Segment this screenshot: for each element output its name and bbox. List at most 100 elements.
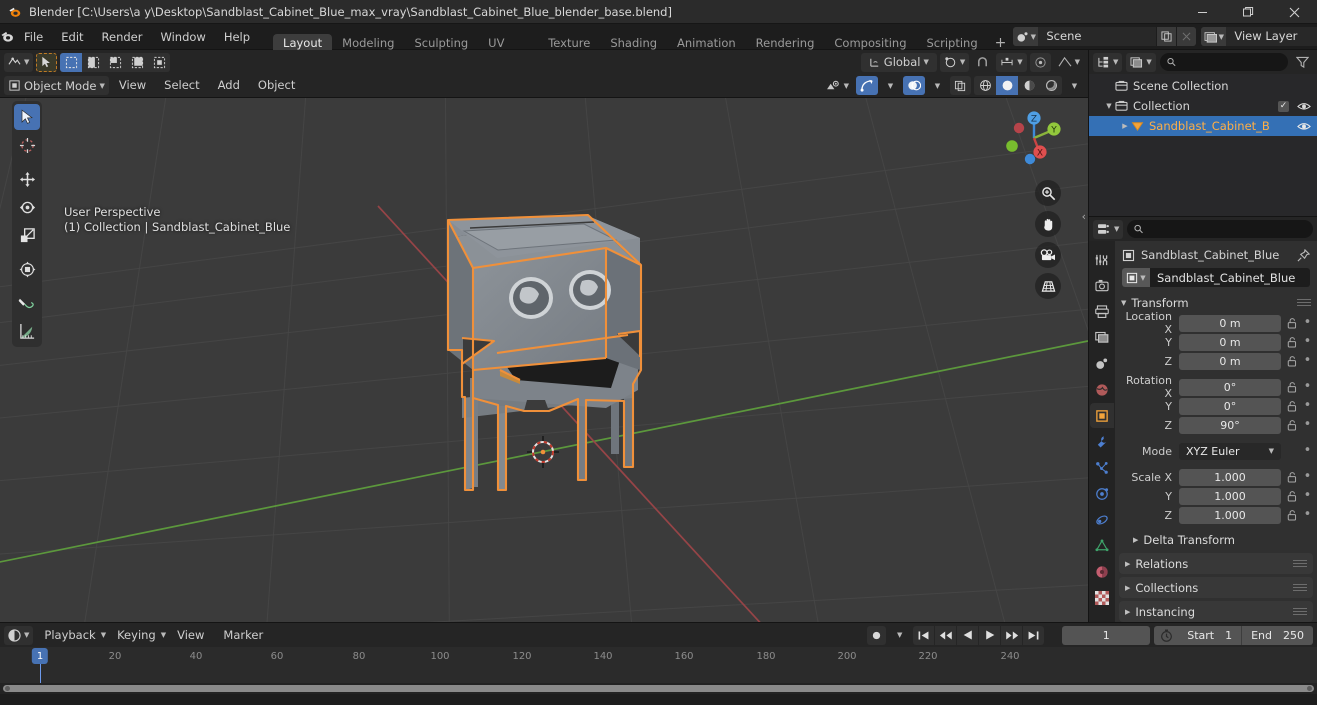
transform-orientation-dropdown[interactable]: Global ▼ [860, 52, 937, 72]
outliner-search-field[interactable] [1180, 55, 1281, 69]
lock-icon[interactable] [1285, 317, 1298, 329]
new-scene-icon[interactable] [1156, 27, 1177, 46]
object-mode-dropdown[interactable]: Object Mode ▼ [4, 76, 109, 95]
timeline-track[interactable]: 20 40 60 80 100 120 140 160 180 200 220 … [0, 647, 1317, 683]
snap-to-dropdown[interactable]: ▼ [996, 52, 1027, 72]
navigation-gizmo[interactable]: Z Y X [998, 102, 1070, 174]
scale-tool-icon[interactable] [14, 222, 40, 248]
3d-viewport[interactable]: User Perspective (1) Collection | Sandbl… [0, 98, 1088, 622]
properties-tab-material[interactable] [1090, 559, 1114, 584]
outliner-filter-icon[interactable] [1292, 53, 1313, 72]
move-tool-icon[interactable] [14, 166, 40, 192]
outliner-tree[interactable]: Scene Collection ▼ Collection ✓ ▶ Sandbl… [1089, 74, 1317, 216]
auto-keying-dropdown[interactable]: ▼ [890, 626, 909, 645]
timeline-menu-marker[interactable]: Marker [215, 626, 271, 645]
menu-render[interactable]: Render [93, 27, 152, 47]
timeline-menu-playback[interactable]: Playback [36, 626, 103, 645]
properties-tab-texture[interactable] [1090, 585, 1114, 610]
toggle-perspective-icon[interactable] [1035, 273, 1061, 299]
pan-hand-icon[interactable] [1035, 211, 1061, 237]
select-extend-icon[interactable] [82, 52, 105, 72]
tweak-tool-icon[interactable] [14, 104, 40, 130]
properties-tab-output[interactable] [1090, 299, 1114, 324]
jump-to-end-button[interactable] [1023, 625, 1045, 645]
annotate-tool-icon[interactable] [14, 290, 40, 316]
lock-icon[interactable] [1285, 336, 1298, 348]
select-set-icon[interactable] [60, 52, 83, 72]
rotation-z-value[interactable]: 90° [1179, 416, 1281, 434]
cursor-tool-icon[interactable] [14, 132, 40, 158]
eye-icon[interactable] [1297, 101, 1311, 112]
play-reverse-button[interactable] [957, 625, 979, 645]
timeline-editor-type-icon[interactable]: ▼ [4, 625, 34, 645]
menu-file[interactable]: File [15, 27, 52, 47]
scale-x-row[interactable]: Scale X 1.000 • [1119, 468, 1313, 486]
outliner-display-mode-icon[interactable]: ▼ [1126, 52, 1156, 72]
rotation-mode-row[interactable]: Mode XYZ Euler ▼ • [1119, 442, 1313, 460]
gizmos-toggle[interactable] [856, 76, 878, 95]
rotation-y-row[interactable]: Y 0° • [1119, 397, 1313, 415]
instancing-panel-header[interactable]: ▶ Instancing [1119, 601, 1313, 622]
delta-transform-panel-header[interactable]: ▶ Delta Transform [1115, 529, 1317, 550]
end-frame-field[interactable]: End 250 [1241, 625, 1313, 645]
relations-panel-header[interactable]: ▶ Relations [1119, 553, 1313, 574]
eye-icon[interactable] [1297, 121, 1311, 132]
snap-magnet-icon[interactable] [972, 53, 993, 72]
scene-selector[interactable]: ▼ Scene [1013, 27, 1197, 46]
rotation-x-value[interactable]: 0° [1179, 378, 1281, 396]
properties-tab-object[interactable] [1090, 403, 1114, 428]
properties-tab-modifiers[interactable] [1090, 429, 1114, 454]
lock-icon[interactable] [1285, 400, 1298, 412]
measure-tool-icon[interactable] [14, 318, 40, 344]
timeline-scrollbar[interactable] [0, 683, 1317, 694]
scale-z-row[interactable]: Z 1.000 • [1119, 506, 1313, 524]
properties-tab-scene[interactable] [1090, 351, 1114, 376]
scale-y-row[interactable]: Y 1.000 • [1119, 487, 1313, 505]
lock-icon[interactable] [1285, 355, 1298, 367]
rotation-z-row[interactable]: Z 90° • [1119, 416, 1313, 434]
location-z-value[interactable]: 0 m [1179, 352, 1281, 370]
pivot-point-dropdown[interactable]: ▼ [939, 52, 970, 72]
start-frame-field[interactable]: Start 1 [1178, 626, 1241, 645]
play-button[interactable] [979, 625, 1001, 645]
location-z-row[interactable]: Z 0 m • [1119, 352, 1313, 370]
object-name-value[interactable]: Sandblast_Cabinet_Blue [1150, 271, 1295, 285]
location-y-value[interactable]: 0 m [1179, 333, 1281, 351]
select-subtract-icon[interactable] [104, 52, 127, 72]
overlays-toggle[interactable] [903, 76, 925, 95]
properties-tab-world[interactable] [1090, 377, 1114, 402]
outliner-row-sandblast-cabinet[interactable]: ▶ Sandblast_Cabinet_B [1089, 116, 1317, 136]
scale-z-value[interactable]: 1.000 [1179, 506, 1281, 524]
current-frame-field[interactable]: 1 [1062, 625, 1151, 645]
location-x-row[interactable]: Location X 0 m • [1119, 310, 1313, 336]
properties-tab-object-data[interactable] [1090, 533, 1114, 558]
outliner-search-input[interactable] [1159, 53, 1288, 71]
properties-tab-constraints[interactable] [1090, 507, 1114, 532]
shading-wireframe-icon[interactable] [974, 76, 996, 95]
collection-enable-checkbox[interactable]: ✓ [1278, 100, 1289, 112]
transform-tool-icon[interactable] [14, 256, 40, 282]
sidebar-toggle-arrow[interactable]: ‹ [1082, 210, 1086, 223]
shading-material-preview-icon[interactable] [1018, 76, 1040, 95]
proportional-editing-icon[interactable] [1029, 52, 1051, 72]
view-layer-name[interactable]: View Layer [1226, 27, 1317, 46]
outliner-row-scene-collection[interactable]: Scene Collection [1089, 76, 1317, 96]
viewport-menu-select[interactable]: Select [156, 76, 207, 95]
view-layer-selector[interactable]: ▼ View Layer [1201, 27, 1317, 46]
zoom-icon[interactable] [1035, 180, 1061, 206]
properties-tab-particles[interactable] [1090, 455, 1114, 480]
shading-rendered-icon[interactable] [1040, 76, 1062, 95]
timeline-playhead[interactable]: 1 [31, 648, 49, 664]
maximize-icon[interactable] [1225, 0, 1271, 24]
xray-toggle[interactable] [950, 76, 971, 95]
viewport-menu-object[interactable]: Object [250, 76, 303, 95]
scale-y-value[interactable]: 1.000 [1179, 487, 1281, 505]
rotation-x-row[interactable]: Rotation X 0° • [1119, 374, 1313, 400]
properties-search-input[interactable] [1127, 220, 1313, 238]
pin-icon[interactable] [1297, 248, 1310, 262]
blender-menu-icon[interactable] [0, 24, 15, 50]
jump-to-next-keyframe-button[interactable] [1001, 625, 1023, 645]
rotation-mode-dropdown[interactable]: XYZ Euler ▼ [1179, 442, 1281, 460]
jump-to-prev-keyframe-button[interactable] [935, 625, 957, 645]
location-x-value[interactable]: 0 m [1179, 314, 1281, 332]
